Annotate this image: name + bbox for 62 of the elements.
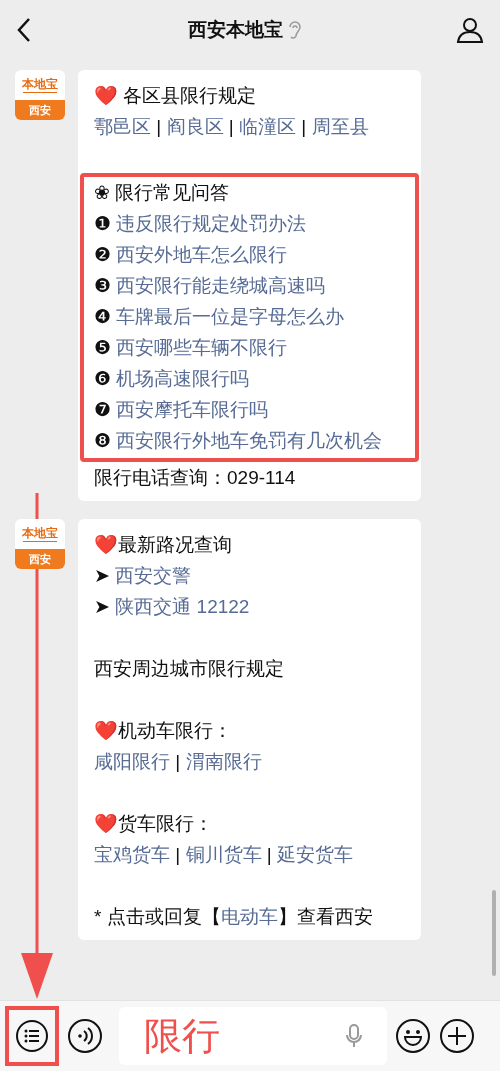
list-icon [15,1019,49,1053]
message-text: 各区县限行规定 [122,85,257,106]
heart-emoji: ❤ [94,720,118,741]
emoji-icon[interactable] [395,1018,431,1054]
message-text: 】查看西安 [277,906,373,927]
back-icon[interactable] [16,17,32,43]
message-text: | [155,116,163,137]
message-link[interactable]: 陕西交通 12122 [115,596,250,617]
message-text: ➤ [94,565,111,586]
message-text: ❺ [94,337,112,358]
message-link[interactable]: 铜川货车 [185,844,262,865]
message-text: | [174,751,182,772]
heart-emoji: ❤ [94,85,118,106]
message-text: 机动车限行： [118,720,232,741]
message-link[interactable]: 阎良区 [166,116,224,137]
message-text: * 点击或回复【 [94,906,221,927]
microphone-icon[interactable] [346,1023,362,1049]
menu-button[interactable] [5,1006,59,1066]
message-link[interactable]: 延安货车 [277,844,353,865]
message-link[interactable]: 车牌最后一位是字母怎么办 [116,306,345,327]
avatar[interactable]: 本地宝 西安 [15,70,65,120]
message-text: ❹ [94,306,112,327]
message-link[interactable]: 鄠邑区 [94,116,151,137]
ear-icon [286,20,301,40]
message-link[interactable]: 咸阳限行 [94,751,170,772]
message-text: 货车限行： [118,813,213,834]
message-text: ❷ [94,244,112,265]
message-link[interactable]: 西安限行能走绕城高速吗 [116,275,326,296]
message-link[interactable]: 机场高速限行吗 [116,368,250,389]
add-icon[interactable] [439,1018,475,1054]
message-text: | [227,116,235,137]
message-input-field[interactable]: 限行 [119,1007,387,1065]
message-text: 限行电话查询：029-114 [94,467,296,488]
message-link[interactable]: 西安摩托车限行吗 [116,399,269,420]
message-text: ❀ 限行常见问答 [94,182,230,203]
message-text: 最新路况查询 [118,534,232,555]
message-link[interactable]: 宝鸡货车 [94,844,170,865]
message-link[interactable]: 西安哪些车辆不限行 [116,337,288,358]
message-text: | [265,844,273,865]
message-link[interactable]: 周至县 [311,116,369,137]
message-text: | [174,844,182,865]
message-text: 西安周边城市限行规定 [94,658,284,679]
message-text: ➤ [94,596,111,617]
message-link[interactable]: 电动车 [220,906,278,927]
heart-emoji: ❤ [94,813,118,834]
message-text: ❶ [94,213,112,234]
avatar[interactable]: 本地宝 西安 [15,519,65,569]
message-link[interactable]: 渭南限行 [185,751,262,772]
voice-icon[interactable] [67,1018,103,1054]
message-text: ❼ [94,399,112,420]
message-text: ❽ [94,430,112,451]
message-link[interactable]: 西安外地车怎么限行 [116,244,288,265]
message-text: | [300,116,308,137]
heart-emoji: ❤ [94,534,118,555]
message-link[interactable]: 西安限行外地车免罚有几次机会 [116,430,383,451]
profile-icon[interactable] [456,16,484,44]
message-link[interactable]: 临潼区 [239,116,296,137]
chat-title: 西安本地宝 [187,17,283,42]
message-text: ❸ [94,275,112,296]
message-link[interactable]: 西安交警 [115,565,192,586]
message-text: ❻ [94,368,112,389]
message-link[interactable]: 违反限行规定处罚办法 [116,213,307,234]
